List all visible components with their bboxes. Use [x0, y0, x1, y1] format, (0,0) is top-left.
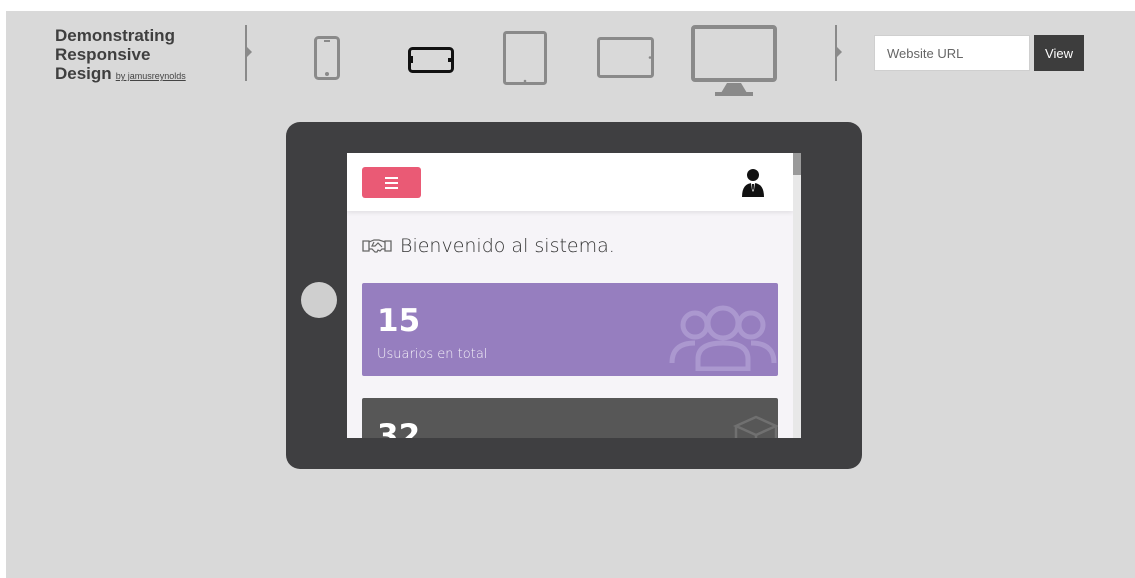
hamburger-menu-button[interactable] [362, 167, 421, 198]
scrollbar-thumb[interactable] [793, 153, 801, 175]
box-icon [732, 415, 778, 438]
site-title-line2: Responsive [55, 45, 151, 64]
app-navbar [347, 153, 793, 211]
tablet-landscape-icon[interactable] [597, 37, 654, 83]
hamburger-icon [385, 177, 398, 179]
device-screen[interactable]: Bienvenido al sistema. 15 Usuarios en to… [347, 153, 801, 438]
view-button[interactable]: View [1034, 35, 1084, 71]
hamburger-icon-bar [385, 187, 398, 189]
users-count: 15 [377, 303, 421, 339]
site-title: Demonstrating Responsive Design by jamusr… [55, 26, 186, 86]
user-account-icon[interactable] [741, 168, 765, 203]
website-url-input[interactable] [874, 35, 1030, 71]
device-home-button [301, 282, 337, 318]
welcome-message: Bienvenido al sistema. [362, 235, 615, 257]
tablet-portrait-icon[interactable] [503, 31, 547, 90]
second-stat-card[interactable]: 32 [362, 398, 778, 438]
right-divider [835, 25, 842, 81]
users-count-label: Usuarios en total [377, 347, 488, 362]
users-group-icon [669, 305, 777, 371]
site-title-line3: Design [55, 64, 112, 83]
hamburger-icon-bar [385, 182, 398, 184]
phone-landscape-icon[interactable] [408, 47, 454, 78]
site-title-line1: Demonstrating [55, 26, 175, 45]
users-stat-card[interactable]: 15 Usuarios en total [362, 283, 778, 376]
phone-portrait-icon[interactable] [314, 36, 340, 85]
screen-scrollbar[interactable] [793, 153, 801, 438]
author-link[interactable]: by jamusreynolds [116, 71, 186, 81]
second-count: 32 [377, 418, 421, 438]
desktop-monitor-icon[interactable] [691, 25, 777, 102]
welcome-text: Bienvenido al sistema. [400, 235, 615, 257]
left-divider [245, 25, 252, 81]
handshake-icon [362, 239, 392, 253]
